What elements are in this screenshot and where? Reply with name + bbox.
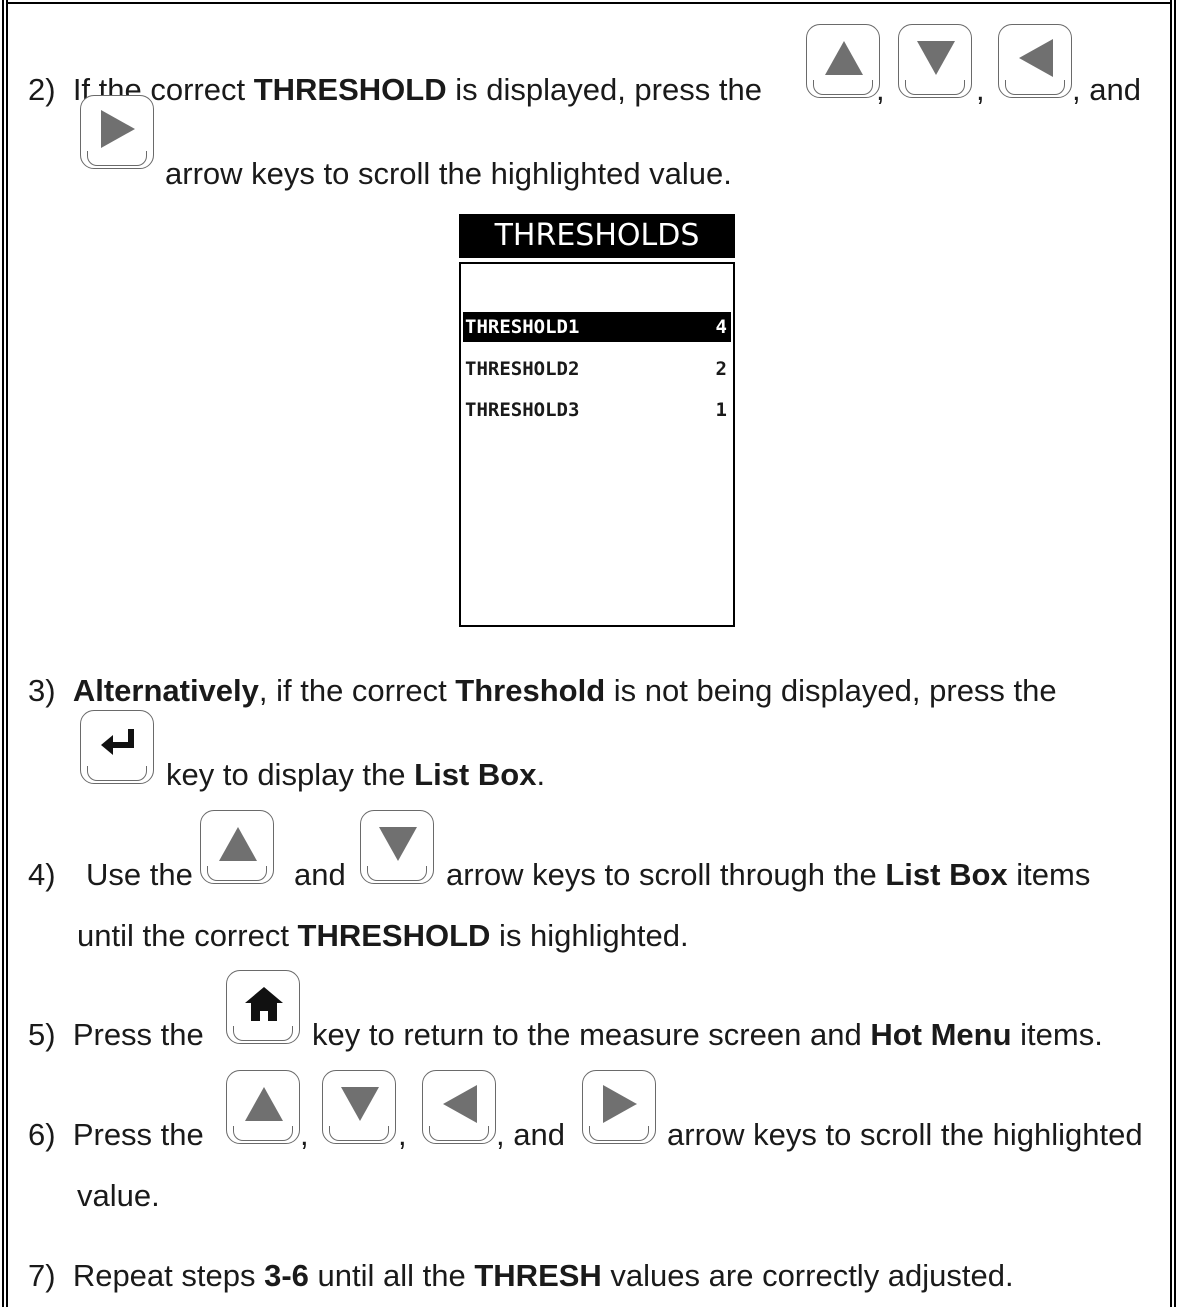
step-3-line-1: 3) Alternatively, if the correct Thresho… [28,673,1057,708]
comma: , [876,72,885,107]
screen-title: THRESHOLDS [459,214,735,258]
down-arrow-key-icon [898,24,972,98]
enter-key-icon [80,710,154,784]
step-5-tail: key to return to the measure screen and … [312,1017,1103,1052]
and-text: , and [1072,72,1141,107]
list-item: THRESHOLD2 2 [465,358,727,380]
up-arrow-key-icon [200,810,274,884]
step-3-line-2: key to display the List Box. [166,757,546,792]
step-6-lead: 6) Press the [28,1117,204,1152]
right-arrow-key-icon [80,95,154,169]
step-number: 7) [28,1258,56,1293]
step-6-line-2: value. [77,1178,160,1213]
list-item: THRESHOLD1 4 [463,312,731,342]
and-text: and [294,857,346,892]
step-number: 3) [28,673,56,708]
right-arrow-key-icon [582,1070,656,1144]
up-arrow-key-icon [806,24,880,98]
page-border-top [8,2,1170,4]
home-key-icon [226,970,300,1044]
step-number: 5) [28,1017,56,1052]
down-arrow-key-icon [360,810,434,884]
and-text: , and [496,1117,565,1152]
step-7-line: 7) Repeat steps 3-6 until all the THRESH… [28,1258,1014,1293]
step-2-line-2: arrow keys to scroll the highlighted val… [165,156,732,191]
left-arrow-key-icon [998,24,1072,98]
down-arrow-key-icon [322,1070,396,1144]
step-4-use-the: Use the [86,857,193,892]
list-item: THRESHOLD3 1 [465,399,727,421]
step-6-tail: arrow keys to scroll the highlighted [667,1117,1143,1152]
comma: , [398,1117,407,1152]
step-4-line-1-tail: arrow keys to scroll through the List Bo… [446,857,1091,892]
left-arrow-key-icon [422,1070,496,1144]
step-number: 2) [28,72,56,107]
step-4-line-2: until the correct THRESHOLD is highlight… [77,918,689,953]
page-border-left [2,0,8,1307]
step-number: 6) [28,1117,56,1152]
step-4-number: 4) [28,857,56,892]
threshold-list-box: THRESHOLD1 4 THRESHOLD2 2 THRESHOLD3 1 [459,262,735,627]
comma: , [976,72,985,107]
up-arrow-key-icon [226,1070,300,1144]
step-5-lead: 5) Press the [28,1017,204,1052]
comma: , [300,1117,309,1152]
page-border-right [1170,0,1176,1307]
